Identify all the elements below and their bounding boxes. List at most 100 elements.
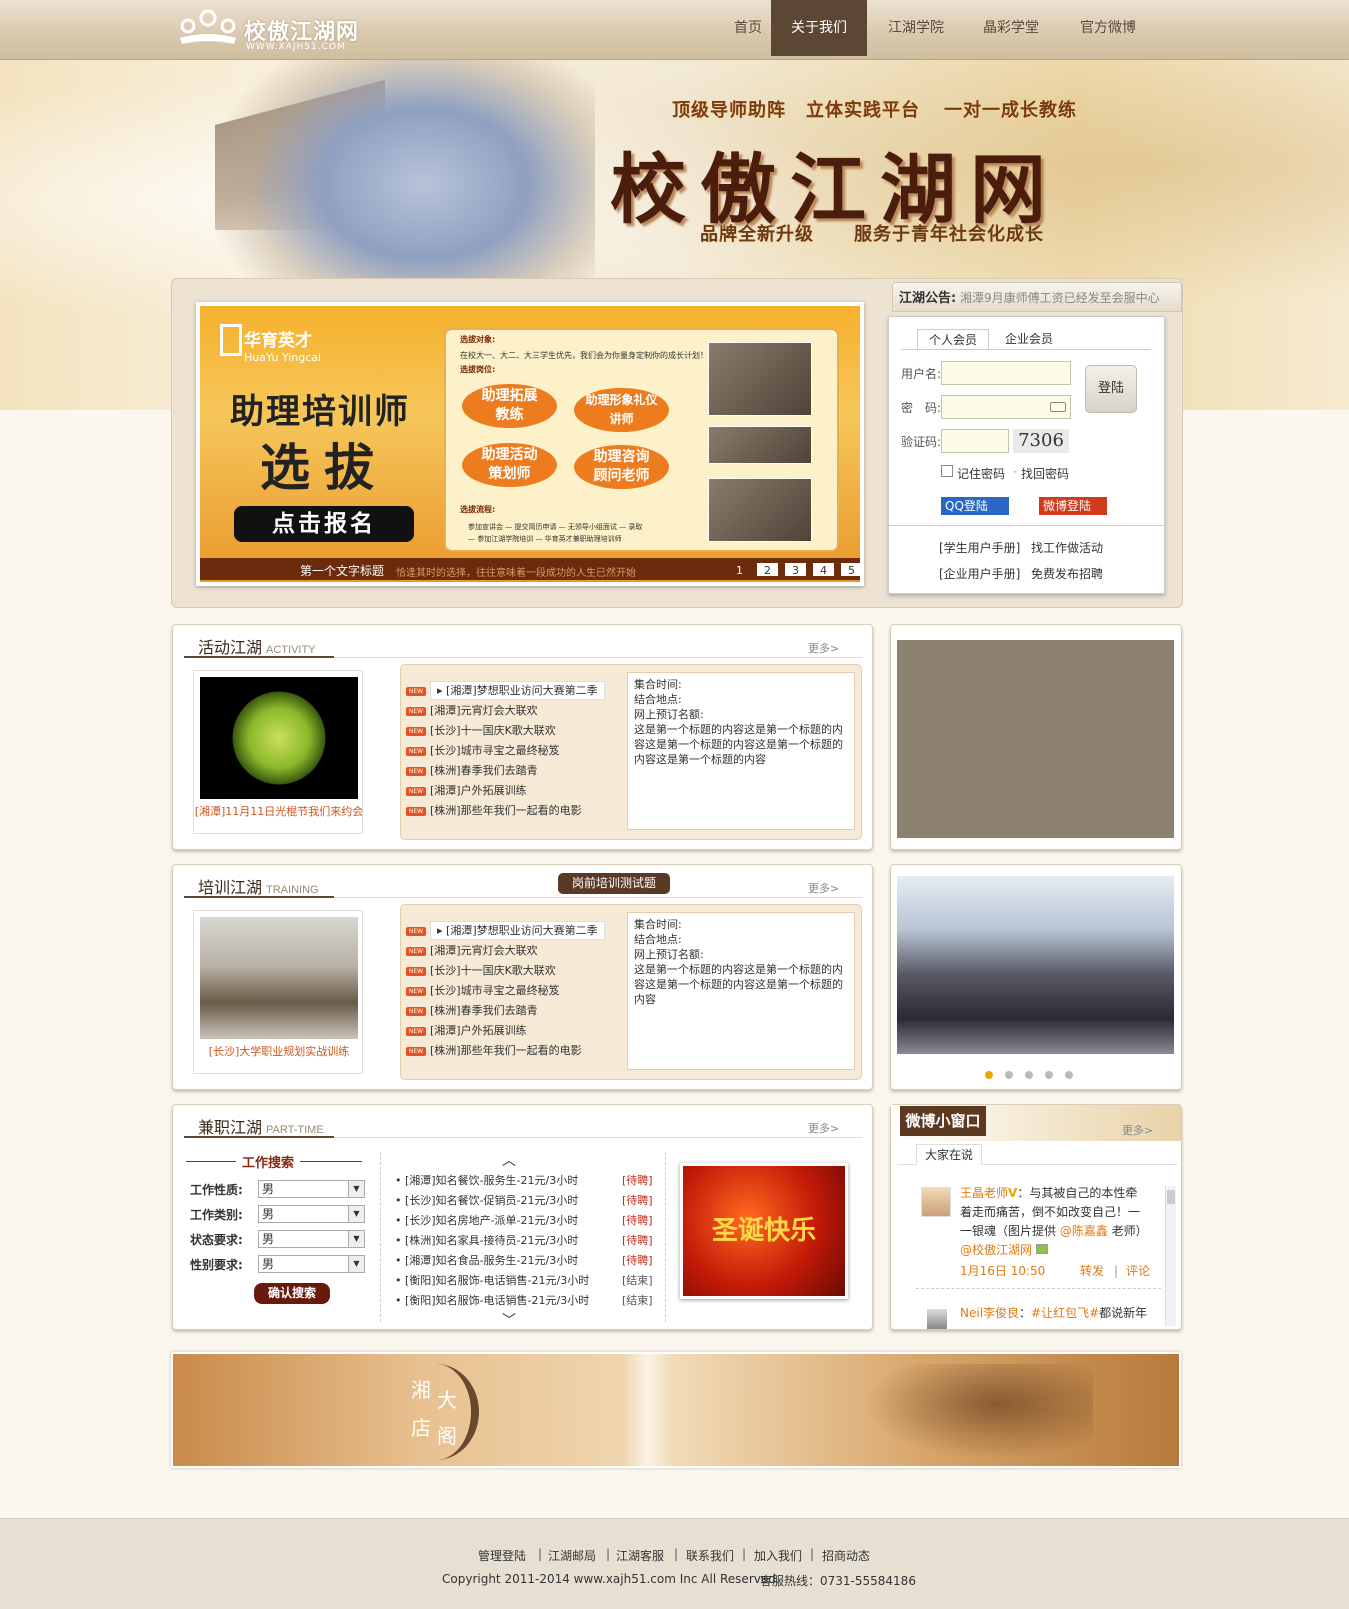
confirm-search-button[interactable]: 确认搜索 bbox=[254, 1283, 330, 1304]
mention-link[interactable]: @校傲江湖网 bbox=[960, 1243, 1032, 1257]
waterfall-image bbox=[623, 1354, 673, 1466]
job-item[interactable]: • [湘潭]知名餐饮-服务生-21元/3小时 bbox=[395, 1172, 578, 1188]
list-item[interactable]: NEW [长沙]城市寻宝之最终秘笈 bbox=[406, 982, 560, 998]
job-item[interactable]: • [长沙]知名餐饮-促销员-21元/3小时 bbox=[395, 1192, 578, 1208]
qq-login-button[interactable]: QQ登陆 bbox=[941, 497, 1009, 515]
mention-link[interactable]: @陈嘉鑫 bbox=[1060, 1224, 1108, 1238]
list-item[interactable]: NEW [长沙]城市寻宝之最终秘笈 bbox=[406, 742, 560, 758]
footer-link-contact[interactable]: 联系我们 bbox=[686, 1547, 734, 1564]
footer-link-admin[interactable]: 管理登陆 bbox=[478, 1547, 526, 1564]
ad-placeholder[interactable] bbox=[897, 640, 1174, 838]
chevron-down-icon: ▼ bbox=[348, 1256, 364, 1272]
keyboard-icon[interactable] bbox=[1050, 402, 1066, 412]
list-item[interactable]: NEW [长沙]十一国庆K歌大联欢 bbox=[406, 962, 556, 978]
comment-link[interactable]: 评论 bbox=[1126, 1262, 1150, 1281]
parttime-more-link[interactable]: 更多> bbox=[808, 1120, 839, 1136]
carousel-dot-3[interactable] bbox=[1025, 1071, 1033, 1079]
list-item[interactable]: NEW [湘潭]元宵灯会大联欢 bbox=[406, 702, 538, 718]
company-manual-link[interactable]: [企业用户手册] bbox=[939, 565, 1020, 582]
training-more-link[interactable]: 更多> bbox=[808, 880, 839, 896]
slider-info-card: 选拔对象: 在校大一、大二、大三学生优先，我们会为你量身定制你的成长计划！ 选拔… bbox=[444, 328, 839, 552]
activity-more-link[interactable]: 更多> bbox=[808, 640, 839, 656]
login-button[interactable]: 登陆 bbox=[1085, 365, 1137, 413]
remember-checkbox[interactable] bbox=[941, 465, 953, 477]
carousel-dot-4[interactable] bbox=[1045, 1071, 1053, 1079]
find-job-link[interactable]: 找工作做活动 bbox=[1031, 539, 1103, 556]
tab-company-member[interactable]: 企业会员 bbox=[993, 329, 1065, 349]
job-category-select[interactable]: 男 ▼ bbox=[258, 1205, 365, 1223]
list-item[interactable]: NEW [株洲]春季我们去踏青 bbox=[406, 1002, 538, 1018]
captcha-image[interactable]: 7306 bbox=[1013, 429, 1069, 453]
weibo-user-link[interactable]: 王晶老师 bbox=[960, 1186, 1008, 1200]
slider-page-3[interactable]: 3 bbox=[784, 562, 807, 577]
tab-everyone-says[interactable]: 大家在说 bbox=[916, 1144, 982, 1165]
gender-select[interactable]: 男 ▼ bbox=[258, 1255, 365, 1273]
post-job-link[interactable]: 免费发布招聘 bbox=[1031, 565, 1103, 582]
avatar[interactable] bbox=[927, 1309, 947, 1329]
list-item[interactable]: NEW [湘潭]户外拓展训练 bbox=[406, 782, 527, 798]
forward-link[interactable]: 转发 bbox=[1080, 1262, 1104, 1281]
status-select[interactable]: 男 ▼ bbox=[258, 1230, 365, 1248]
pretraining-test-button[interactable]: 岗前培训测试题 bbox=[558, 873, 670, 894]
slider-page-2[interactable]: 2 bbox=[756, 562, 779, 577]
captcha-input[interactable] bbox=[941, 429, 1009, 453]
slider-page-5[interactable]: 5 bbox=[840, 562, 860, 577]
find-password-link[interactable]: 找回密码 bbox=[1021, 465, 1069, 482]
footer-link-service[interactable]: 江湖客服 bbox=[616, 1547, 664, 1564]
bottom-banner[interactable]: 湘 大 店 阁 bbox=[171, 1352, 1181, 1468]
job-item[interactable]: • [湘潭]知名食品-服务生-21元/3小时 bbox=[395, 1252, 578, 1268]
image-icon[interactable] bbox=[1035, 1244, 1048, 1254]
avatar[interactable] bbox=[921, 1187, 951, 1217]
activity-thumbnail[interactable]: [湘潭]11月11日光棍节我们来约会 bbox=[193, 670, 363, 834]
christmas-promo-image[interactable]: 圣诞快乐 bbox=[680, 1163, 848, 1299]
weibo-more-link[interactable]: 更多> bbox=[1122, 1122, 1153, 1138]
carousel-dot-1[interactable] bbox=[985, 1071, 993, 1079]
weibo-login-button[interactable]: 微博登陆 bbox=[1039, 497, 1107, 515]
list-item[interactable]: NEW [株洲]那些年我们一起看的电影 bbox=[406, 1042, 582, 1058]
target-label: 选拔对象: bbox=[460, 335, 496, 344]
list-item[interactable]: NEW [湘潭]元宵灯会大联欢 bbox=[406, 942, 538, 958]
activity-thumb-caption[interactable]: [湘潭]11月11日光棍节我们来约会 bbox=[194, 803, 364, 819]
list-item[interactable]: NEW [株洲]春季我们去踏青 bbox=[406, 762, 538, 778]
tab-personal-member[interactable]: 个人会员 bbox=[917, 329, 989, 349]
slider-page-1[interactable]: 1 bbox=[728, 562, 751, 577]
job-item[interactable]: • [衡阳]知名服饰-电话销售-21元/3小时 bbox=[395, 1292, 589, 1308]
nav-academy[interactable]: 江湖学院 bbox=[870, 0, 962, 56]
promo-slider[interactable]: 华育英才 HuaYu Yingcai 助理培训师 选拔 点击报名 选拔对象: 在校… bbox=[196, 302, 864, 586]
carousel-dot-5[interactable] bbox=[1065, 1071, 1073, 1079]
nav-classroom[interactable]: 晶彩学堂 bbox=[964, 0, 1058, 56]
site-logo[interactable]: 校傲江湖网 WWW.XAJH51.COM bbox=[176, 4, 376, 54]
list-item[interactable]: NEW ▸ [湘潭]梦想职业访问大赛第二季 bbox=[406, 921, 605, 940]
footer-link-mail[interactable]: 江湖邮局 bbox=[548, 1547, 596, 1564]
list-item[interactable]: NEW [湘潭]户外拓展训练 bbox=[406, 1022, 527, 1038]
seminar-photo[interactable] bbox=[897, 876, 1174, 1054]
training-thumb-caption[interactable]: [长沙]大学职业规划实战训练 bbox=[194, 1043, 364, 1059]
slider-page-4[interactable]: 4 bbox=[812, 562, 835, 577]
carousel-dot-2[interactable] bbox=[1005, 1071, 1013, 1079]
list-item[interactable]: NEW [株洲]那些年我们一起看的电影 bbox=[406, 802, 582, 818]
password-input[interactable] bbox=[941, 395, 1071, 419]
footer-link-recruit[interactable]: 招商动态 bbox=[822, 1547, 870, 1564]
announcement-text[interactable]: 湘潭9月康师傅工资已经发至会服中心 bbox=[960, 291, 1160, 305]
weibo-scrollbar[interactable] bbox=[1165, 1186, 1176, 1326]
brand-h-icon bbox=[220, 324, 242, 356]
job-nature-select[interactable]: 男 ▼ bbox=[258, 1180, 365, 1198]
scroll-up-icon[interactable]: ︿ bbox=[494, 1150, 524, 1169]
announcement-bar[interactable]: 江湖公告: 湘潭9月康师傅工资已经发至会服中心 bbox=[892, 282, 1182, 312]
scroll-down-icon[interactable]: ﹀ bbox=[494, 1310, 524, 1329]
nav-about[interactable]: 关于我们 bbox=[771, 0, 867, 56]
list-item[interactable]: NEW ▸ [湘潭]梦想职业访问大赛第二季 bbox=[406, 681, 605, 700]
training-thumbnail[interactable]: [长沙]大学职业规划实战训练 bbox=[193, 910, 363, 1074]
remember-label[interactable]: 记住密码 bbox=[957, 465, 1005, 482]
student-manual-link[interactable]: [学生用户手册] bbox=[939, 539, 1020, 556]
job-item[interactable]: • [长沙]知名房地产-派单-21元/3小时 bbox=[395, 1212, 578, 1228]
apply-now-button[interactable]: 点击报名 bbox=[234, 506, 414, 542]
nav-weibo[interactable]: 官方微博 bbox=[1060, 0, 1156, 56]
username-input[interactable] bbox=[941, 361, 1071, 385]
job-item[interactable]: • [衡阳]知名服饰-电话销售-21元/3小时 bbox=[395, 1272, 589, 1288]
weibo-user-link[interactable]: Neil李俊良 bbox=[960, 1306, 1019, 1320]
footer-link-join[interactable]: 加入我们 bbox=[754, 1547, 802, 1564]
list-item[interactable]: NEW [长沙]十一国庆K歌大联欢 bbox=[406, 722, 556, 738]
hashtag-link[interactable]: #让红包飞# bbox=[1031, 1306, 1099, 1320]
job-item[interactable]: • [株洲]知名家具-接待员-21元/3小时 bbox=[395, 1232, 578, 1248]
